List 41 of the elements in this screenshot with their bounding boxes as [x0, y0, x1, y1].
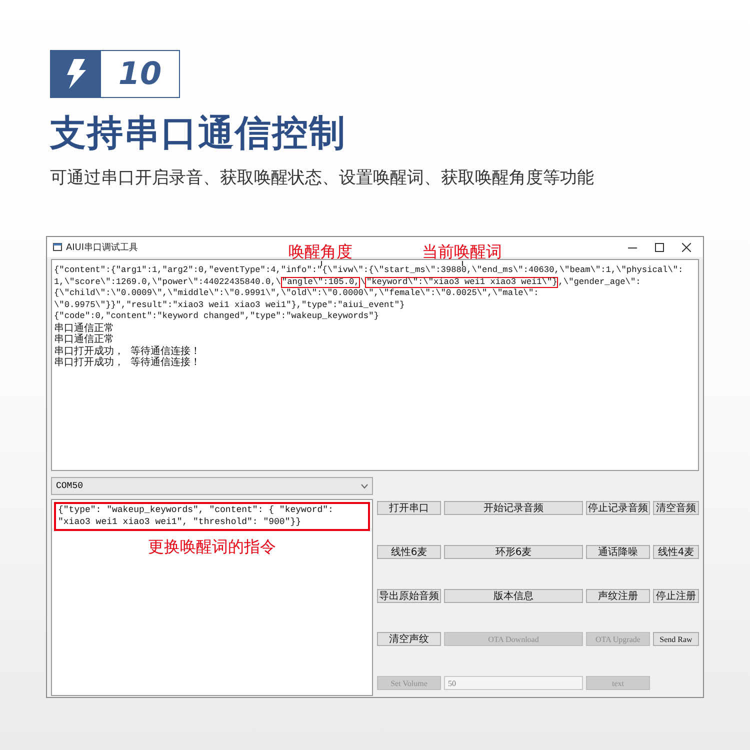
close-icon[interactable]: [682, 242, 691, 252]
port-dropdown[interactable]: COM50: [51, 477, 373, 495]
action-button[interactable]: Send Raw: [653, 632, 699, 646]
action-button[interactable]: 环形6麦: [444, 544, 583, 559]
command-input[interactable]: {"type": "wakeup_keywords", "content": { "keyword": "xiao3 wei1 xiao3 wei1", "threshold": "900"}} 更换唤醒词的指令: [51, 499, 373, 696]
subtitle: 可通过串口开启录音、获取唤醒状态、设置唤醒词、获取唤醒角度等功能: [50, 167, 595, 190]
action-button[interactable]: 通话降噪: [586, 544, 650, 559]
action-button[interactable]: 声纹注册: [586, 588, 650, 603]
window-title: AIUI串口调试工具: [66, 242, 138, 254]
callout-label: 更换唤醒词的指令: [147, 537, 277, 558]
log-line: \"0.9975\"}}","result":"xiao3 wei1 xiao3 wei1"},"type":"aiui_event"}: [54, 300, 405, 311]
log-line: 串口通信正常: [54, 322, 114, 334]
command-text: {"type": "wakeup_keywords", "content": { "keyword": "xiao3 wei1 xiao3 wei1", "threshold": "900"}}: [54, 502, 370, 531]
log-line: 串口通信正常: [54, 334, 114, 346]
log-text: ,\"gender_age\":: [558, 276, 641, 286]
volume-field[interactable]: 50: [444, 676, 583, 690]
log-line: {\"child\":\"0.0009\",\"middle\":\"0.9991\",\"old\":\"0.0000\",\"female\":\"0.0025\",\"male\":: [54, 288, 539, 300]
app-icon: [53, 243, 62, 251]
log-line: {"content":{"arg1":1,"arg2":0,"eventType":4,"info":"{\"ivw\":{\"start_ms\":39880,\"end_ms\":40630,\"beam\":1,\"physical\":: [54, 265, 684, 276]
action-button[interactable]: 导出原始音频: [377, 588, 441, 603]
action-button[interactable]: 停止注册: [653, 588, 699, 603]
action-button[interactable]: 停止记录音频: [586, 501, 650, 515]
lightning-icon: [65, 59, 87, 89]
log-text: \: [360, 276, 366, 286]
action-button[interactable]: 开始记录音频: [444, 501, 583, 515]
log-text: 1,\"score\":1269.0,\"power\":44022435840.0,\: [54, 276, 281, 286]
action-button[interactable]: 打开串口: [377, 501, 441, 515]
log-line: 串口打开成功， 等待通信连接！: [54, 357, 200, 368]
action-button[interactable]: 线性4麦: [653, 544, 699, 559]
maximize-icon[interactable]: [655, 242, 664, 252]
heading: 支持串口通信控制: [50, 112, 347, 156]
action-button[interactable]: 清空声纹: [377, 632, 441, 646]
callout-label: 当前唤醒词: [422, 242, 502, 260]
badge-number: 10: [118, 56, 162, 92]
action-button[interactable]: 版本信息: [444, 588, 583, 603]
log-line: 串口打开成功， 等待通信连接！: [54, 346, 200, 356]
action-button[interactable]: 线性6麦: [377, 544, 441, 559]
log-line: {"code":0,"content":"keyword changed","type":"wakeup_keywords"}: [54, 311, 379, 322]
caret-icon: [361, 484, 368, 488]
action-button[interactable]: 清空音频: [653, 501, 699, 515]
callout-label: 唤醒角度: [288, 242, 353, 260]
